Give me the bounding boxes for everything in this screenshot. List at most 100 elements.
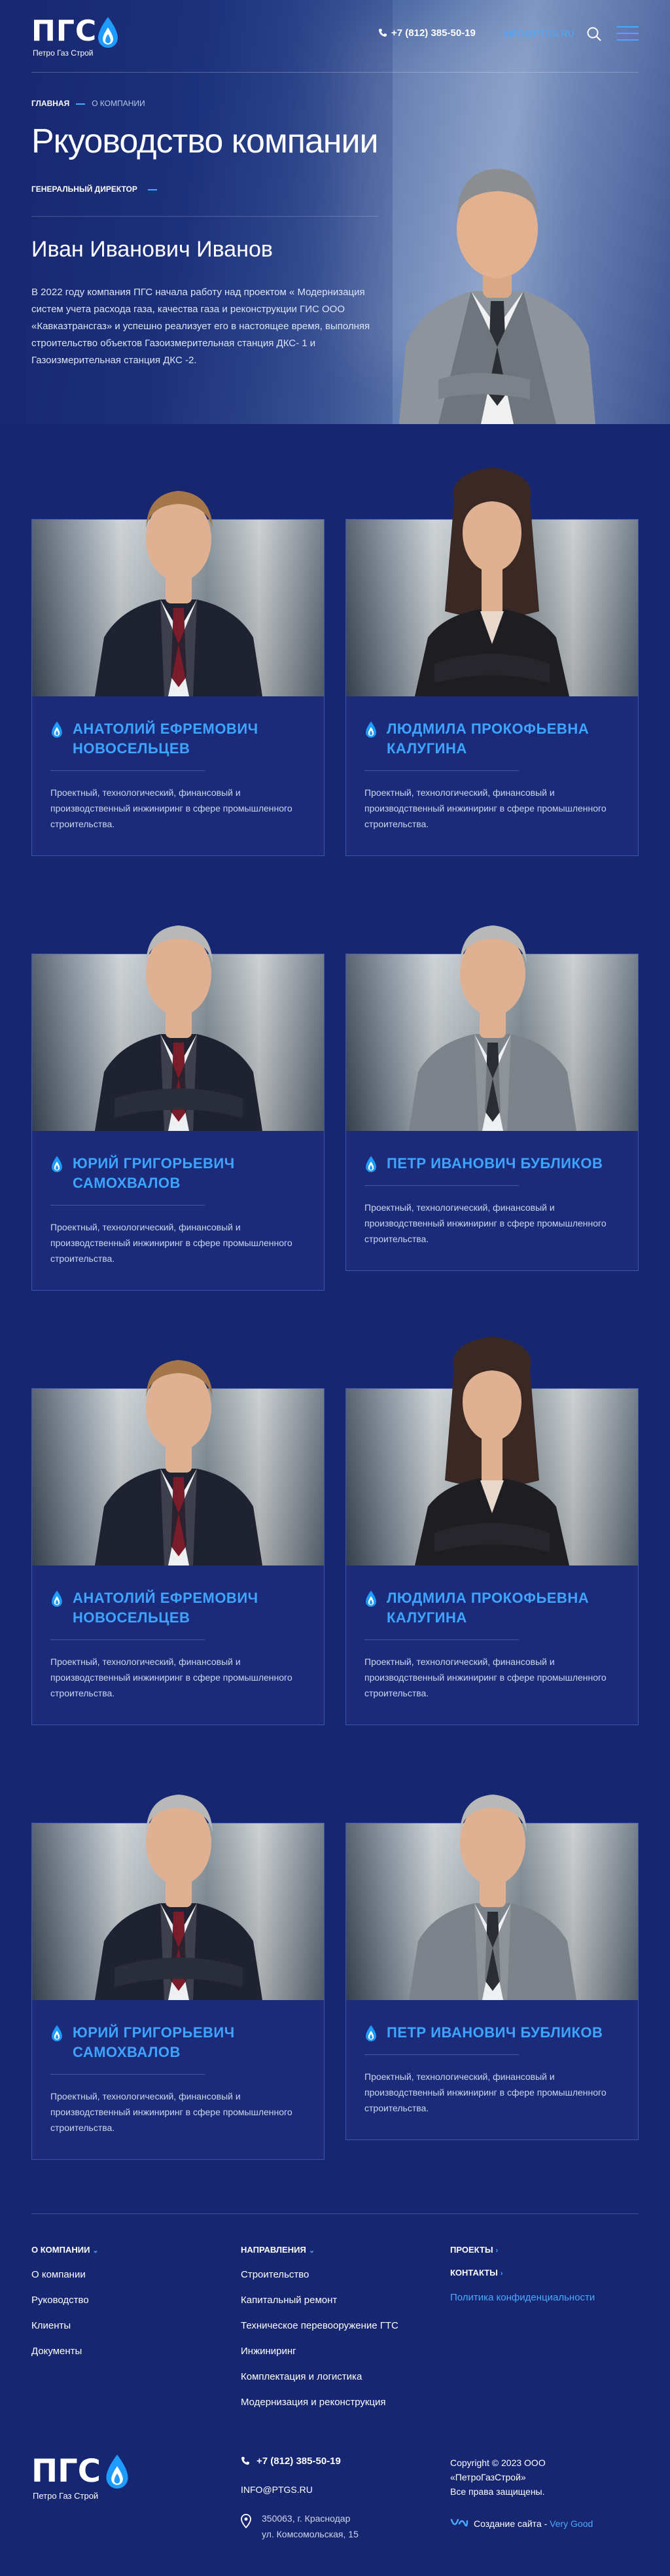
team-card-name-line1: Людмила Прокофьевна (387, 721, 590, 737)
footer-company-heading-text: О КОМПАНИИ (31, 2245, 90, 2255)
footer-directions-heading[interactable]: НАПРАВЛЕНИЯ ⌄ (241, 2245, 398, 2255)
team-card[interactable]: Петр Иванович Бубликов Проектный, технол… (345, 925, 639, 1271)
footer-directions-heading-text: НАПРАВЛЕНИЯ (241, 2245, 306, 2255)
location-pin-icon (241, 2514, 251, 2528)
team-card-name: Петр Иванович Бубликов (364, 2023, 626, 2043)
team-card[interactable]: Петр Иванович Бубликов Проектный, технол… (345, 1795, 639, 2140)
footer-link[interactable]: Клиенты (31, 2319, 99, 2333)
team-card-name-line1: Юрий Григорьевич (73, 1155, 235, 1172)
header-divider (31, 72, 639, 73)
logo-subtitle: Петро Газ Строй (33, 48, 94, 58)
team-card-description: Проектный, технологический, финансовый и… (364, 787, 607, 829)
footer-email-link[interactable]: INFO@PTGS.RU (241, 2484, 313, 2495)
flame-icon (52, 1156, 62, 1173)
team-card-name-line1: Людмила Прокофьевна (387, 1590, 590, 1606)
team-card[interactable]: Анатолий Ефремович Новосельцев Проектный… (31, 1360, 325, 1725)
header-phone[interactable]: +7 (812) 385-50-19 (378, 27, 476, 39)
hero-divider (31, 216, 378, 217)
footer-link[interactable]: Капитальный ремонт (241, 2293, 398, 2308)
team-card-divider (50, 2074, 205, 2075)
team-card-name: Юрий Григорьевич Самохвалов (50, 2023, 312, 2062)
team-card-divider (50, 770, 205, 771)
team-card[interactable]: Людмила Прокофьевна Калугина Проектный, … (345, 1336, 639, 1725)
footer-contacts-text: КОНТАКТЫ (450, 2268, 498, 2278)
footer-link[interactable]: Техническое перевооружение ГТС (241, 2319, 398, 2333)
chevron-right-icon: › (500, 2270, 503, 2278)
breadcrumb-home[interactable]: ГЛАВНАЯ (31, 99, 69, 108)
logo-text: ПГС (31, 14, 97, 48)
footer-link[interactable]: Инжиниринг (241, 2344, 398, 2359)
footer-link[interactable]: Строительство (241, 2268, 398, 2282)
chevron-down-icon: ⌄ (308, 2247, 315, 2255)
team-card-name: Петр Иванович Бубликов (364, 1154, 626, 1173)
footer-logo-text: ПГС (31, 2453, 101, 2490)
chevron-right-icon: › (495, 2247, 499, 2255)
page-title: Ркуоводство компании (31, 122, 379, 160)
team-card-photo (346, 1823, 638, 2000)
team-card-name-line1: Петр Иванович Бубликов (387, 2024, 603, 2041)
team-card[interactable]: Юрий Григорьевич Самохвалов Проектный, т… (31, 1795, 325, 2160)
studio-link[interactable]: Very Good (550, 2518, 593, 2529)
team-card[interactable]: Анатолий Ефремович Новосельцев Проектный… (31, 491, 325, 856)
team-card-photo (346, 520, 638, 696)
team-card-name-line1: Анатолий Ефремович (73, 721, 258, 737)
footer-copyright: Copyright © 2023 ООО «ПетроГазСтрой» Все… (450, 2456, 546, 2499)
search-icon[interactable] (586, 26, 602, 42)
footer-link[interactable]: Документы (31, 2344, 99, 2359)
team-card-name-line2: Самохвалов (73, 1175, 181, 1191)
header-phone-text: +7 (812) 385-50-19 (391, 27, 476, 39)
footer-link[interactable]: Модернизация и реконструкция (241, 2395, 398, 2410)
footer-address-line2: ул. Комсомольская, 15 (262, 2529, 359, 2539)
footer-projects-text: ПРОЕКТЫ (450, 2245, 493, 2255)
copyright-line1: Copyright © 2023 ООО (450, 2458, 546, 2468)
footer-col-company: О КОМПАНИИ ⌄ О компании Руководство Клиен… (31, 2245, 99, 2370)
team-card-divider (364, 770, 519, 771)
privacy-policy-link[interactable]: Политика конфиденциальности (450, 2291, 595, 2305)
team-card[interactable]: Юрий Григорьевич Самохвалов Проектный, т… (31, 925, 325, 1291)
footer-projects-link[interactable]: ПРОЕКТЫ › (450, 2245, 595, 2255)
team-card-name-line2: Калугина (387, 740, 467, 757)
team-card-name-line1: Петр Иванович Бубликов (387, 1155, 603, 1172)
flame-icon (52, 2025, 62, 2042)
logo[interactable]: ПГС Петро Газ Строй (31, 14, 123, 60)
director-role-text: ГЕНЕРАЛЬНЫЙ ДИРЕКТОР (31, 185, 137, 194)
team-card-divider (364, 2054, 519, 2055)
team-card-photo (32, 1389, 324, 1565)
team-card-photo (346, 1389, 638, 1565)
team-card-name: Юрий Григорьевич Самохвалов (50, 1154, 312, 1193)
made-by: Создание сайта - Very Good (450, 2517, 593, 2530)
chevron-down-icon: ⌄ (92, 2247, 99, 2255)
logo-flame-icon (106, 2454, 128, 2489)
director-bio: В 2022 году компания ПГС начала работу н… (31, 287, 370, 366)
team-card-photo (32, 1823, 324, 2000)
breadcrumb: ГЛАВНАЯ О КОМПАНИИ (31, 99, 145, 108)
footer-link[interactable]: Руководство (31, 2293, 99, 2308)
footer-logo-subtitle: Петро Газ Строй (33, 2491, 99, 2501)
made-by-text: Создание сайта - (474, 2518, 548, 2529)
flame-icon (366, 2025, 376, 2042)
footer-phone[interactable]: +7 (812) 385-50-19 (241, 2456, 341, 2467)
team-card-name-line1: Анатолий Ефремович (73, 1590, 258, 1606)
director-photo (399, 169, 595, 424)
footer-phone-text: +7 (812) 385-50-19 (256, 2456, 341, 2467)
header-email-link[interactable]: INFO@PTGS.RU (502, 28, 574, 39)
team-card-divider (50, 1639, 205, 1640)
site-header: ПГС Петро Газ Строй +7 (812) 385-50-19 I… (31, 14, 639, 60)
team-card-divider (364, 1185, 519, 1186)
footer-link[interactable]: Комплектация и логистика (241, 2370, 398, 2384)
director-role: ГЕНЕРАЛЬНЫЙ ДИРЕКТОР (31, 185, 157, 194)
team-card-name: Людмила Прокофьевна Калугина (364, 1588, 626, 1628)
footer-contacts-link[interactable]: КОНТАКТЫ › (450, 2268, 595, 2278)
footer-link[interactable]: О компании (31, 2268, 99, 2282)
team-card[interactable]: Людмила Прокофьевна Калугина Проектный, … (345, 467, 639, 856)
footer-address-line1: 350063, г. Краснодар (262, 2513, 351, 2524)
footer-logo[interactable]: ПГС Петро Газ Строй (31, 2453, 143, 2505)
phone-icon (241, 2457, 249, 2465)
team-card-name-line2: Новосельцев (73, 740, 190, 757)
director-name: Иван Иванович Иванов (31, 237, 273, 262)
menu-burger-button[interactable] (617, 26, 639, 41)
studio-logo-icon (450, 2518, 468, 2527)
footer-company-heading[interactable]: О КОМПАНИИ ⌄ (31, 2245, 99, 2255)
team-card-description: Проектный, технологический, финансовый и… (50, 787, 292, 829)
team-card-description: Проектный, технологический, финансовый и… (50, 1222, 292, 1264)
